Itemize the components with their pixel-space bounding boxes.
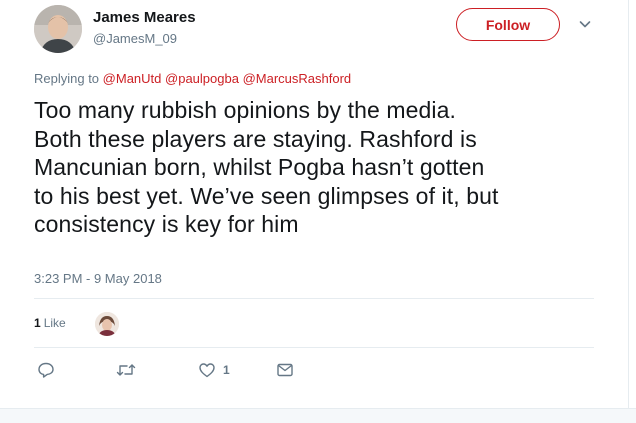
author-avatar[interactable] <box>34 5 82 53</box>
reply-button[interactable] <box>37 361 55 379</box>
author-display-name[interactable]: James Meares <box>93 9 196 26</box>
liker-photo-icon <box>95 312 119 336</box>
mention-paulpogba[interactable]: @paulpogba <box>165 71 239 86</box>
tweet-text-line: consistency is key for him <box>34 211 299 238</box>
liker-avatar[interactable] <box>95 312 119 336</box>
profile-photo-icon <box>34 5 82 53</box>
tweet-timestamp[interactable]: 3:23 PM - 9 May 2018 <box>34 271 162 286</box>
more-options-caret[interactable] <box>577 16 593 32</box>
likes-count[interactable]: 1 Like <box>34 316 66 330</box>
heart-icon <box>199 363 215 378</box>
retweet-icon <box>116 364 136 376</box>
tweet-text: Too many rubbish opinions by the media. … <box>34 96 594 239</box>
retweet-button[interactable] <box>116 361 136 379</box>
divider <box>34 347 594 348</box>
page-background-strip <box>0 408 636 423</box>
author-handle[interactable]: @JamesM_09 <box>93 31 177 46</box>
direct-message-button[interactable] <box>276 361 294 379</box>
envelope-icon <box>277 363 293 377</box>
like-count: 1 <box>223 363 230 377</box>
tweet-text-line: Both these players are staying. Rashford… <box>34 125 477 152</box>
tweet-text-line: Too many rubbish opinions by the media. <box>34 97 456 123</box>
tweet-text-line: Mancunian born, whilst Pogba hasn’t gott… <box>34 154 485 181</box>
likes-label: Like <box>43 316 66 330</box>
like-button[interactable]: 1 <box>198 361 230 379</box>
replying-to: Replying to @ManUtd @paulpogba @MarcusRa… <box>34 71 351 86</box>
mention-marcusrashford[interactable]: @MarcusRashford <box>243 71 352 86</box>
divider <box>34 298 594 299</box>
reply-icon <box>38 362 54 378</box>
likes-number: 1 <box>34 316 41 330</box>
chevron-down-icon <box>579 21 591 28</box>
tweet-card: James Meares @JamesM_09 Follow Replying … <box>0 0 629 408</box>
follow-button[interactable]: Follow <box>456 8 560 41</box>
replying-prefix: Replying to <box>34 71 100 86</box>
tweet-text-line: to his best yet. We’ve seen glimpses of … <box>34 182 499 209</box>
mention-manutd[interactable]: @ManUtd <box>103 71 162 86</box>
